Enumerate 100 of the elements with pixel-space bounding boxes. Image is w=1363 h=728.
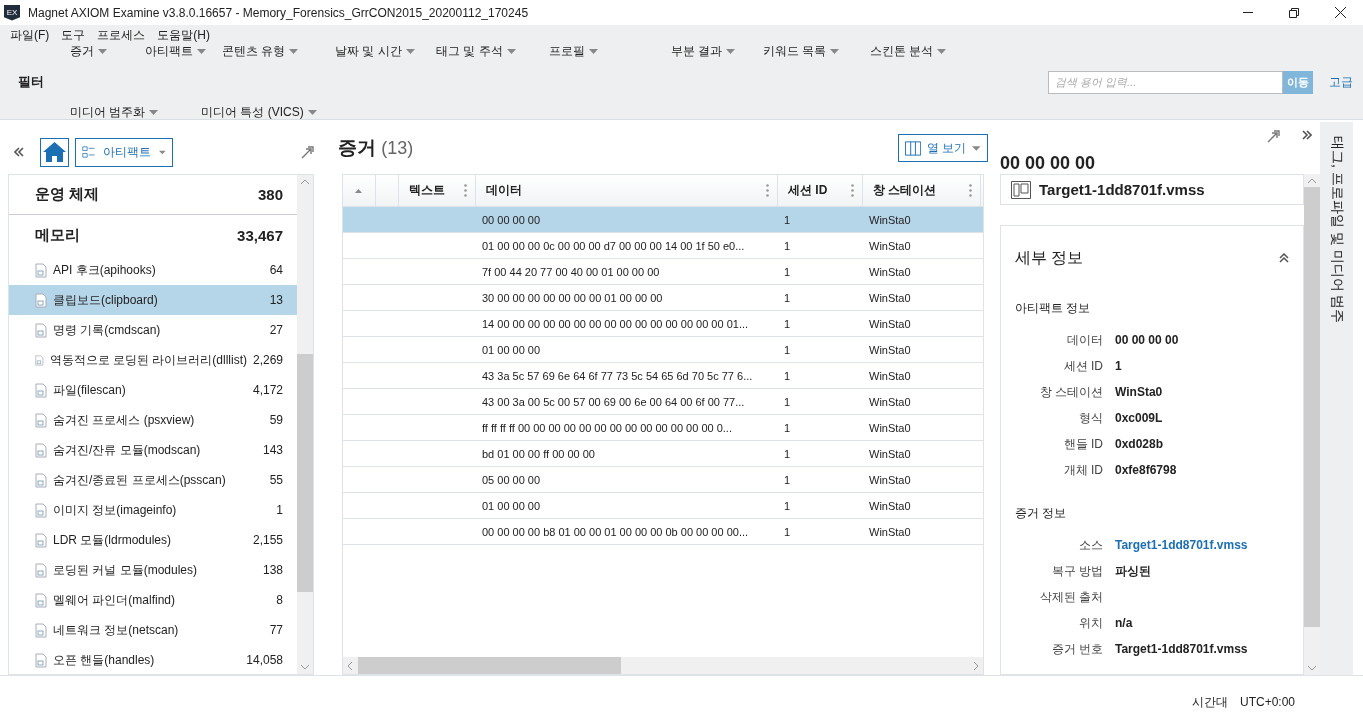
- column-header[interactable]: 텍스트: [399, 175, 476, 206]
- filter-dropdown[interactable]: 부분 결과: [671, 43, 763, 60]
- filter-dropdown[interactable]: 증거: [70, 43, 145, 60]
- filter-dropdown[interactable]: 콘텐츠 유형: [222, 43, 335, 60]
- field-value: Target1-1dd8701f.vmss: [1115, 642, 1249, 656]
- filter-dropdown[interactable]: 미디어 범주화: [70, 104, 201, 121]
- artifact-item[interactable]: 로딩된 커널 모듈(modules) 138: [9, 555, 297, 585]
- home-button[interactable]: [40, 137, 69, 167]
- table-row[interactable]: 00 00 00 00 1 WinSta0: [343, 207, 983, 233]
- menu-item[interactable]: 파일(F): [10, 26, 50, 44]
- filter-dropdown[interactable]: 날짜 및 시간: [335, 43, 436, 60]
- scroll-right-icon[interactable]: [974, 661, 979, 670]
- artifact-item[interactable]: 이미지 정보(imageinfo) 1: [9, 495, 297, 525]
- column-menu-icon[interactable]: [969, 184, 972, 197]
- side-tab[interactable]: 태그, 프로파일 및 미디어 범주: [1327, 136, 1346, 324]
- document-icon: [35, 262, 47, 278]
- artifact-item[interactable]: 파일(filescan) 4,172: [9, 375, 297, 405]
- scroll-down-icon[interactable]: [1308, 666, 1316, 671]
- column-view-button[interactable]: 열 보기: [898, 134, 988, 162]
- field-label: 데이터: [1066, 331, 1103, 349]
- list-view-icon: [82, 144, 96, 160]
- table-cell-text: 7f 00 44 20 77 00 40 00 01 00 00 00: [481, 264, 661, 280]
- filter-dropdown[interactable]: 스킨톤 분석: [870, 43, 988, 60]
- scroll-up-icon[interactable]: [301, 179, 309, 184]
- caret-icon: [589, 49, 598, 54]
- scroll-left-icon[interactable]: [347, 661, 352, 670]
- scrollbar[interactable]: [297, 175, 313, 674]
- filter-dropdown[interactable]: 미디어 특성 (VICS): [201, 104, 321, 121]
- category-name: 운영 체제: [35, 185, 100, 204]
- field-label: 형식: [1078, 409, 1103, 427]
- filter-dropdown[interactable]: 키워드 목록: [763, 43, 870, 60]
- artifact-item[interactable]: 네트워크 정보(netscan) 77: [9, 615, 297, 645]
- collapse-icon[interactable]: [1279, 253, 1289, 263]
- artifact-item[interactable]: 역동적으로 로딩된 라이브러리(dlllist) 2,269: [9, 345, 297, 375]
- pop-out-icon[interactable]: [1267, 130, 1280, 143]
- document-icon: [35, 562, 47, 578]
- detail-heading: 00 00 00 00: [1000, 153, 1096, 174]
- artifact-item[interactable]: 멜웨어 파인더(malfind) 8: [9, 585, 297, 615]
- section-title: 아티팩트 정보: [1015, 300, 1092, 317]
- field-label: 핸들 ID: [1062, 435, 1103, 453]
- category-count: 33,467: [237, 226, 283, 244]
- table-cell-text: 1: [783, 316, 792, 332]
- column-menu-icon[interactable]: [851, 184, 854, 197]
- scrollbar-thumb[interactable]: [297, 354, 313, 592]
- document-icon: [35, 352, 44, 368]
- scrollbar-thumb[interactable]: [358, 657, 621, 674]
- table-cell-text: 1: [783, 446, 792, 462]
- caret-icon: [197, 49, 206, 54]
- source-name: Target1-1dd8701f.vmss: [1039, 181, 1205, 198]
- menu-item[interactable]: 도움말(H): [157, 26, 210, 44]
- caret-icon: [405, 49, 415, 54]
- artifact-item[interactable]: 명령 기록(cmdscan) 27: [9, 315, 297, 345]
- search-field[interactable]: 검색 용어 입력...: [1048, 70, 1283, 94]
- table-cell-text: 01 00 00 00: [481, 342, 542, 358]
- category-header[interactable]: 메모리 33,467: [9, 215, 297, 255]
- menu-item[interactable]: 프로세스: [97, 26, 146, 44]
- artifact-item[interactable]: 숨겨진/잔류 모듈(modscan) 143: [9, 435, 297, 465]
- table-cell-text: 01 00 00 00 0c 00 00 00 d7 00 00 00 14 00 1f 50 e0...: [481, 238, 746, 254]
- column-menu-icon[interactable]: [464, 184, 467, 197]
- window-title: Magnet AXIOM Examine v3.8.0.16657 - Memory_Forensics_GrrCON2015_20200112_170245: [28, 5, 530, 20]
- caret-icon: [159, 149, 166, 155]
- filter-dropdown[interactable]: 태그 및 주석: [436, 43, 549, 60]
- artifact-item[interactable]: 클립보드(clipboard) 13: [9, 285, 297, 315]
- menu-item[interactable]: 도구: [61, 26, 86, 44]
- field-label: 복구 방법: [1050, 562, 1103, 580]
- field-label: 개체 ID: [1062, 461, 1103, 479]
- table-cell-text: 1: [783, 264, 792, 280]
- artifact-item[interactable]: 숨겨진/종료된 프로세스(psscan) 55: [9, 465, 297, 495]
- collapse-left-icon[interactable]: [14, 147, 24, 157]
- device-icon: [1011, 180, 1031, 199]
- column-header[interactable]: 데이터: [476, 175, 778, 206]
- document-icon: [35, 532, 47, 548]
- sort-icon[interactable]: [355, 188, 362, 193]
- caret-icon: [289, 49, 299, 54]
- table-cell-text: 1: [783, 394, 792, 410]
- document-icon: [35, 322, 47, 338]
- column-menu-icon[interactable]: [766, 184, 769, 197]
- artifact-item[interactable]: LDR 모듈(ldrmodules) 2,155: [9, 525, 297, 555]
- source-link[interactable]: Target1-1dd8701f.vmss: [1115, 538, 1289, 552]
- artifact-item[interactable]: API 후크(apihooks) 64: [9, 255, 297, 285]
- table-cell-text: WinSta0: [868, 342, 912, 358]
- field-label: 삭제된 출처: [1038, 588, 1103, 606]
- timezone-value: UTC+0:00: [1239, 695, 1295, 709]
- scrollbar[interactable]: [343, 657, 983, 674]
- pop-out-icon[interactable]: [301, 145, 314, 159]
- advanced-link[interactable]: 고급: [1329, 73, 1353, 91]
- restore-icon: [1289, 7, 1299, 18]
- column-header[interactable]: 세션 ID: [778, 175, 863, 206]
- filter-dropdown[interactable]: 프로필: [549, 43, 671, 60]
- scroll-down-icon[interactable]: [301, 665, 309, 670]
- scroll-up-icon[interactable]: [1308, 178, 1316, 183]
- minimize-icon: [1243, 12, 1253, 13]
- column-header[interactable]: 창 스테이션: [863, 175, 981, 206]
- filter-dropdown[interactable]: 아티팩트: [145, 43, 222, 60]
- artifact-item[interactable]: 숨겨진 프로세스 (psxview) 59: [9, 405, 297, 435]
- field-value: n/a: [1115, 616, 1134, 630]
- view-dropdown[interactable]: 아티팩트: [75, 137, 173, 167]
- artifact-item[interactable]: 오픈 핸들(handles) 14,058: [9, 645, 297, 674]
- collapse-right-icon[interactable]: [1302, 130, 1312, 140]
- category-count: 380: [257, 186, 283, 203]
